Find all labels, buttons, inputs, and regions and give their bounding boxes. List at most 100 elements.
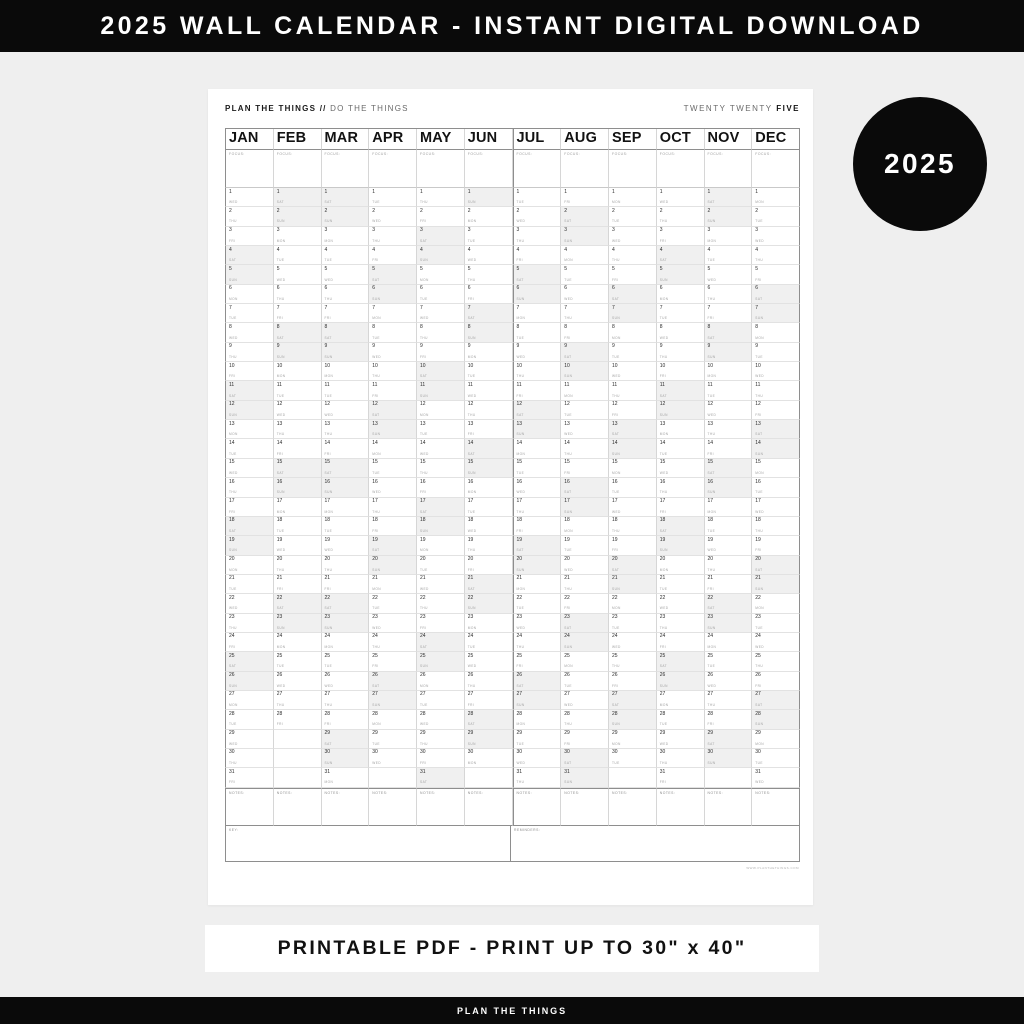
day-cell-mar-13[interactable]: 13 THU	[321, 420, 370, 440]
day-cell-feb-25[interactable]: 25 TUE	[273, 652, 322, 672]
day-cell-jun-10[interactable]: 10 TUE	[464, 362, 513, 382]
day-cell-oct-14[interactable]: 14 TUE	[656, 439, 705, 459]
day-cell-nov-21[interactable]: 21 FRI	[704, 574, 753, 595]
notes-cell-feb[interactable]: NOTES:	[273, 787, 322, 826]
day-cell-sep-29[interactable]: 29 MON	[609, 729, 657, 749]
day-cell-mar-9[interactable]: 9 SUN	[321, 342, 370, 363]
day-cell-jul-29[interactable]: 29 TUE	[512, 729, 562, 749]
day-cell-dec-9[interactable]: 9 TUE	[752, 342, 800, 363]
day-cell-apr-16[interactable]: 16 WED	[369, 478, 417, 498]
day-cell-nov-3[interactable]: 3 MON	[704, 226, 753, 247]
day-cell-dec-26[interactable]: 26 FRI	[752, 671, 800, 691]
day-cell-apr-29[interactable]: 29 TUE	[369, 729, 417, 749]
day-cell-apr-2[interactable]: 2 WED	[369, 207, 417, 227]
day-cell-aug-11[interactable]: 11 MON	[561, 381, 609, 401]
day-cell-aug-23[interactable]: 23 SAT	[561, 613, 609, 633]
day-cell-jul-22[interactable]: 22 TUE	[512, 594, 562, 614]
day-cell-may-1[interactable]: 1 THU	[417, 188, 465, 208]
day-cell-mar-25[interactable]: 25 TUE	[321, 652, 370, 672]
day-cell-mar-12[interactable]: 12 WED	[321, 400, 370, 421]
day-cell-oct-28[interactable]: 28 TUE	[656, 710, 705, 730]
day-cell-jan-11[interactable]: 11 SAT	[225, 381, 274, 401]
day-cell-nov-7[interactable]: 7 FRI	[704, 304, 753, 324]
day-cell-jan-14[interactable]: 14 TUE	[225, 439, 274, 459]
day-cell-jun-8[interactable]: 8 SUN	[464, 323, 513, 343]
day-cell-sep-24[interactable]: 24 WED	[609, 632, 657, 653]
day-cell-sep-16[interactable]: 16 TUE	[609, 478, 657, 498]
day-cell-mar-6[interactable]: 6 THU	[321, 284, 370, 305]
day-cell-jan-6[interactable]: 6 MON	[225, 284, 274, 305]
day-cell-jun-19[interactable]: 19 THU	[464, 536, 513, 556]
day-cell-mar-14[interactable]: 14 FRI	[321, 439, 370, 459]
day-cell-apr-1[interactable]: 1 TUE	[369, 188, 417, 208]
day-cell-jun-2[interactable]: 2 MON	[464, 207, 513, 227]
day-cell-apr-14[interactable]: 14 MON	[369, 439, 417, 459]
focus-cell-jul[interactable]: FOCUS:	[512, 150, 562, 188]
day-cell-jun-5[interactable]: 5 THU	[464, 265, 513, 285]
day-cell-sep-10[interactable]: 10 WED	[609, 362, 657, 382]
day-cell-dec-15[interactable]: 15 MON	[752, 458, 800, 479]
day-cell-jun-7[interactable]: 7 SAT	[464, 304, 513, 324]
day-cell-may-15[interactable]: 15 THU	[417, 458, 465, 479]
day-cell-aug-20[interactable]: 20 WED	[561, 555, 609, 575]
day-cell-jan-13[interactable]: 13 MON	[225, 420, 274, 440]
day-cell-feb-2[interactable]: 2 SUN	[273, 207, 322, 227]
day-cell-jan-4[interactable]: 4 SAT	[225, 246, 274, 266]
day-cell-sep-19[interactable]: 19 FRI	[609, 536, 657, 556]
day-cell-feb-14[interactable]: 14 FRI	[273, 439, 322, 459]
day-cell-mar-16[interactable]: 16 SUN	[321, 478, 370, 498]
day-cell-nov-26[interactable]: 26 WED	[704, 671, 753, 691]
day-cell-jul-27[interactable]: 27 SUN	[512, 690, 562, 711]
day-cell-jan-7[interactable]: 7 TUE	[225, 304, 274, 324]
day-cell-may-25[interactable]: 25 SUN	[417, 652, 465, 672]
day-cell-oct-22[interactable]: 22 WED	[656, 594, 705, 614]
focus-cell-jan[interactable]: FOCUS:	[225, 150, 274, 188]
day-cell-mar-8[interactable]: 8 SAT	[321, 323, 370, 343]
day-cell-mar-29[interactable]: 29 SAT	[321, 729, 370, 749]
day-cell-dec-8[interactable]: 8 MON	[752, 323, 800, 343]
day-cell-apr-25[interactable]: 25 FRI	[369, 652, 417, 672]
day-cell-mar-7[interactable]: 7 FRI	[321, 304, 370, 324]
day-cell-apr-8[interactable]: 8 TUE	[369, 323, 417, 343]
day-cell-may-9[interactable]: 9 FRI	[417, 342, 465, 363]
day-cell-may-5[interactable]: 5 MON	[417, 265, 465, 285]
day-cell-apr-3[interactable]: 3 THU	[369, 226, 417, 247]
day-cell-jun-23[interactable]: 23 MON	[464, 613, 513, 633]
day-cell-jul-9[interactable]: 9 WED	[512, 342, 562, 363]
day-cell-dec-11[interactable]: 11 THU	[752, 381, 800, 401]
day-cell-jan-19[interactable]: 19 SUN	[225, 536, 274, 556]
day-cell-nov-1[interactable]: 1 SAT	[704, 188, 753, 208]
day-cell-sep-8[interactable]: 8 MON	[609, 323, 657, 343]
day-cell-oct-1[interactable]: 1 WED	[656, 188, 705, 208]
day-cell-nov-9[interactable]: 9 SUN	[704, 342, 753, 363]
day-cell-jan-9[interactable]: 9 THU	[225, 342, 274, 363]
day-cell-jun-4[interactable]: 4 WED	[464, 246, 513, 266]
day-cell-feb-26[interactable]: 26 WED	[273, 671, 322, 691]
day-cell-nov-17[interactable]: 17 MON	[704, 497, 753, 517]
day-cell-apr-7[interactable]: 7 MON	[369, 304, 417, 324]
focus-cell-nov[interactable]: FOCUS:	[704, 150, 753, 188]
day-cell-oct-27[interactable]: 27 MON	[656, 690, 705, 711]
day-cell-feb-4[interactable]: 4 TUE	[273, 246, 322, 266]
day-cell-oct-24[interactable]: 24 FRI	[656, 632, 705, 653]
day-cell-feb-12[interactable]: 12 WED	[273, 400, 322, 421]
day-cell-jul-11[interactable]: 11 FRI	[512, 381, 562, 401]
day-cell-jul-31[interactable]: 31 THU	[512, 768, 562, 788]
day-cell-oct-10[interactable]: 10 FRI	[656, 362, 705, 382]
day-cell-dec-12[interactable]: 12 FRI	[752, 400, 800, 421]
day-cell-jul-13[interactable]: 13 SUN	[512, 420, 562, 440]
day-cell-mar-18[interactable]: 18 TUE	[321, 516, 370, 537]
day-cell-feb-20[interactable]: 20 THU	[273, 555, 322, 575]
day-cell-aug-29[interactable]: 29 FRI	[561, 729, 609, 749]
day-cell-jun-27[interactable]: 27 FRI	[464, 690, 513, 711]
day-cell-oct-16[interactable]: 16 THU	[656, 478, 705, 498]
day-cell-may-22[interactable]: 22 THU	[417, 594, 465, 614]
day-cell-aug-12[interactable]: 12 TUE	[561, 400, 609, 421]
day-cell-jul-15[interactable]: 15 TUE	[512, 458, 562, 479]
focus-cell-oct[interactable]: FOCUS:	[656, 150, 705, 188]
day-cell-sep-23[interactable]: 23 TUE	[609, 613, 657, 633]
day-cell-feb-9[interactable]: 9 SUN	[273, 342, 322, 363]
day-cell-apr-20[interactable]: 20 SUN	[369, 555, 417, 575]
notes-cell-jun[interactable]: NOTES:	[464, 787, 513, 826]
day-cell-sep-4[interactable]: 4 THU	[609, 246, 657, 266]
